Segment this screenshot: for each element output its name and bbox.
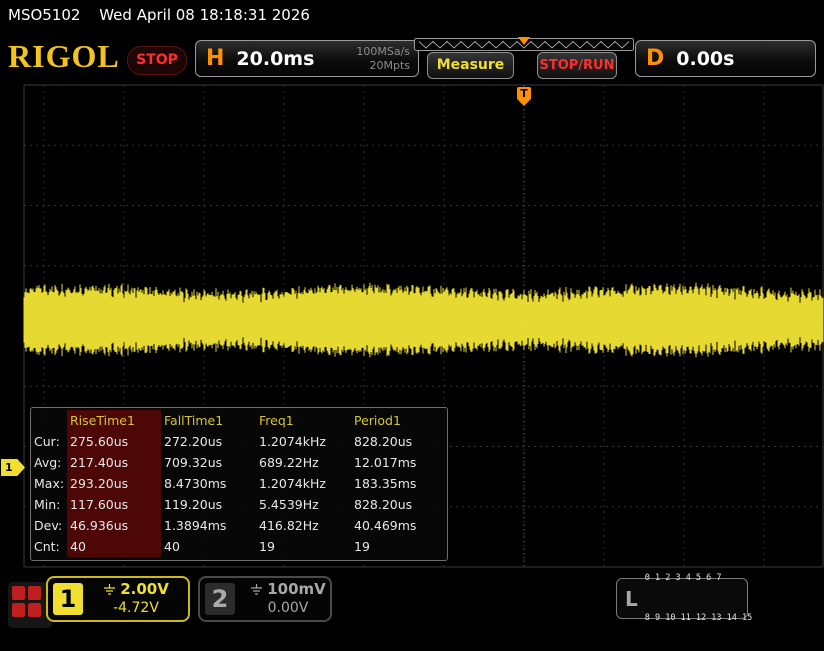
oscilloscope-ui: MSO5102 Wed April 08 18:18:31 2026 RIGOL… bbox=[0, 0, 824, 630]
stat-row-label: Avg: bbox=[31, 452, 67, 473]
stat-row-label: Cur: bbox=[31, 431, 67, 452]
trigger-t-icon: T bbox=[517, 87, 531, 100]
measure-value: 217.40us bbox=[67, 452, 161, 473]
channel2-scale: 100mV bbox=[267, 580, 326, 598]
measure-item-falltime1[interactable]: FallTime1 bbox=[161, 410, 256, 431]
measure-item-freq1[interactable]: Freq1 bbox=[256, 410, 351, 431]
ch1-waveform bbox=[24, 283, 823, 358]
measure-value: 293.20us bbox=[67, 473, 161, 494]
menu-grid-square bbox=[28, 586, 41, 600]
measure-value: 19 bbox=[256, 536, 351, 557]
measure-value: 5.4539Hz bbox=[256, 494, 351, 515]
coupling-ground-icon bbox=[103, 584, 116, 595]
measure-value: 119.20us bbox=[161, 494, 256, 515]
measure-value: 1.2074kHz bbox=[256, 473, 351, 494]
measure-value: 117.60us bbox=[67, 494, 161, 515]
measure-value: 416.82Hz bbox=[256, 515, 351, 536]
channel2-badge[interactable]: 2 100mV 0.00V bbox=[198, 576, 332, 622]
stat-row-label: Dev: bbox=[31, 515, 67, 536]
logic-analyzer-badge[interactable]: L 0 1 2 3 4 5 6 7 8 9 10 11 12 13 14 15 bbox=[616, 578, 748, 619]
measure-value: 275.60us bbox=[67, 431, 161, 452]
channel2-offset: 0.00V bbox=[240, 600, 336, 616]
measure-value: 183.35ms bbox=[351, 473, 445, 494]
trigger-pointer-icon bbox=[518, 100, 530, 106]
measure-value: 689.22Hz bbox=[256, 452, 351, 473]
coupling-ground-icon bbox=[250, 584, 263, 595]
channel2-values: 100mV 0.00V bbox=[240, 580, 336, 616]
measure-corner-cell bbox=[31, 410, 67, 431]
measure-item-period1[interactable]: Period1 bbox=[351, 410, 445, 431]
menu-grid-square bbox=[12, 603, 25, 617]
measure-value: 40 bbox=[161, 536, 256, 557]
measure-value: 828.20us bbox=[351, 494, 445, 515]
channel1-scale: 2.00V bbox=[120, 580, 169, 598]
measure-value: 272.20us bbox=[161, 431, 256, 452]
channel1-offset: -4.72V bbox=[88, 600, 184, 616]
logic-channel-numbers: 0 1 2 3 4 5 6 7 8 9 10 11 12 13 14 15 bbox=[645, 546, 752, 651]
stat-row-label: Max: bbox=[31, 473, 67, 494]
measure-value: 40 bbox=[67, 536, 161, 557]
measure-value: 8.4730ms bbox=[161, 473, 256, 494]
channel1-badge[interactable]: 1 2.00V -4.72V bbox=[46, 576, 190, 622]
stat-row-label: Cnt: bbox=[31, 536, 67, 557]
measure-value: 1.2074kHz bbox=[256, 431, 351, 452]
stat-row-label: Min: bbox=[31, 494, 67, 515]
measure-value: 828.20us bbox=[351, 431, 445, 452]
trigger-position-marker[interactable]: T bbox=[517, 87, 531, 106]
measure-value: 40.469ms bbox=[351, 515, 445, 536]
logic-analyzer-label: L bbox=[625, 587, 638, 611]
measure-value: 46.936us bbox=[67, 515, 161, 536]
channel1-values: 2.00V -4.72V bbox=[88, 580, 184, 616]
logic-digits-row1: 0 1 2 3 4 5 6 7 bbox=[645, 572, 752, 585]
channel1-number: 1 bbox=[53, 583, 83, 615]
measure-item-risetime1[interactable]: RiseTime1 bbox=[67, 410, 161, 431]
measure-value: 19 bbox=[351, 536, 445, 557]
measure-value: 709.32us bbox=[161, 452, 256, 473]
measure-value: 12.017ms bbox=[351, 452, 445, 473]
menu-grid-square bbox=[28, 603, 41, 617]
measure-value: 1.3894ms bbox=[161, 515, 256, 536]
logic-digits-row2: 8 9 10 11 12 13 14 15 bbox=[645, 612, 752, 625]
measurement-table: RiseTime1FallTime1Freq1Period1 Cur:275.60… bbox=[30, 407, 448, 561]
menu-grid-square bbox=[12, 586, 25, 600]
channel2-number: 2 bbox=[205, 583, 235, 615]
